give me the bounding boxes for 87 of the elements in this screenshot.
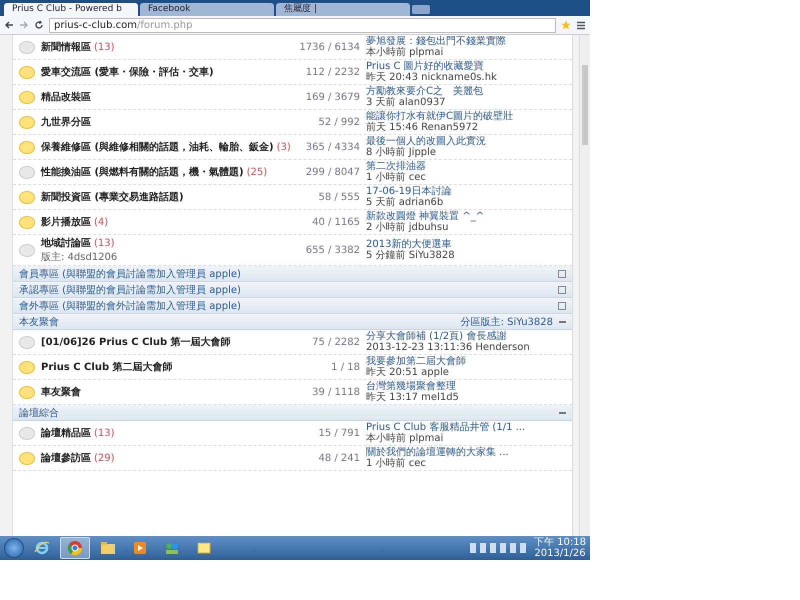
post-counts: 48 / 241	[317, 452, 360, 464]
today-count: (4)	[94, 217, 108, 228]
last-post-meta: 昨天 20:43 nickname0s.hk	[366, 72, 498, 83]
forum-name[interactable]: 論壇精品區	[41, 428, 91, 439]
post-counts: 75 / 2282	[311, 336, 360, 348]
today-count: (13)	[94, 238, 115, 249]
last-post-meta: 昨天 20:51 apple	[366, 367, 450, 378]
forum-name[interactable]: [01/06]26 Prius C Club 第一屆大會師	[41, 337, 231, 348]
post-counts: 112 / 2232	[304, 66, 360, 78]
today-count: (13)	[94, 428, 115, 439]
last-post-meta: 3 天前 alan0937	[366, 97, 447, 108]
forum-name[interactable]: 保養維修區 (與維修相關的話題，油耗、輪胎、鈑金)	[41, 142, 274, 153]
category-title[interactable]: 本友聚會	[19, 314, 461, 328]
post-counts: 1 / 18	[330, 362, 360, 372]
last-post-meta: 2013-12-23 13:11:36 Henderson	[366, 342, 531, 353]
browser-tab[interactable]: 焦屬度 |	[276, 3, 410, 16]
forum-name[interactable]: 愛車交流區 (愛車・保險・評估・交車)	[41, 67, 214, 78]
last-post-link[interactable]: 2013新的大便選車	[366, 239, 566, 250]
post-counts: 52 / 992	[317, 116, 360, 128]
clock-time: 下午 10:18	[534, 537, 586, 548]
last-post-link[interactable]: 分享大會師補 (1/2頁) 會長感謝	[366, 331, 566, 342]
address-bar[interactable]: prius-c-club.com/forum.php	[49, 18, 556, 32]
forum-name[interactable]: 性能換油區 (與燃料有關的話題，機・氣體題)	[41, 167, 244, 178]
last-post-meta: 本小時前 plpmai	[366, 47, 444, 58]
scrollbar[interactable]	[579, 35, 590, 536]
star-icon[interactable]	[561, 20, 571, 30]
last-post-link[interactable]: 夢旭發展：錢包出門不錢業實際	[366, 36, 566, 47]
last-post-link[interactable]: 最後一個人的改圖入此實況	[366, 136, 566, 147]
forum-name[interactable]: 地域討論區	[41, 238, 91, 249]
category-title[interactable]: 會員專區 (與聯盟的會員討論需加入管理員 apple)	[19, 266, 558, 280]
last-post-meta: 5 分鐘前 SiYu3828	[366, 250, 456, 261]
last-post-link[interactable]: 新款改圓燈 神翼裝置 ^_^	[366, 211, 566, 222]
forward-icon[interactable]	[19, 20, 29, 30]
last-post-link[interactable]: 台灣第幾場聚會整理	[366, 381, 566, 392]
forum-name[interactable]: 九世界分區	[41, 117, 91, 128]
category-title[interactable]: 會外專區 (與聯盟的會外討論需加入管理員 apple)	[19, 298, 558, 312]
last-post-link[interactable]: 關於我們的論壇運轉的大家集 ...	[366, 447, 566, 458]
last-post-link[interactable]: Prius C 圖片好的收藏愛寶	[366, 61, 566, 72]
post-counts: 39 / 1118	[311, 386, 360, 398]
back-icon[interactable]	[4, 20, 14, 30]
post-counts: 299 / 8047	[304, 166, 360, 178]
menu-icon[interactable]	[576, 20, 586, 30]
browser-tab[interactable]: Prius C Club - Powered b	[4, 3, 138, 16]
post-counts: 365 / 4334	[304, 142, 360, 152]
today-count: (29)	[94, 453, 115, 464]
post-counts: 169 / 3679	[304, 92, 360, 102]
last-post-meta: 1 小時前 cec	[366, 172, 427, 183]
last-post-link[interactable]: 方勵教來要介C之 美麗包	[366, 86, 566, 97]
post-counts: 58 / 555	[317, 192, 360, 202]
last-post-link[interactable]: 能讓你打水有就伊C圖片的破壁壯	[366, 111, 566, 122]
last-post-meta: 1 小時前 cec	[366, 458, 427, 469]
clock-date: 2013/1/26	[534, 548, 586, 559]
post-counts: 655 / 3382	[304, 244, 360, 256]
forum-name[interactable]: 論壇參訪區	[41, 453, 91, 464]
reload-icon[interactable]	[34, 20, 44, 30]
forum-name[interactable]: 車友聚會	[41, 387, 81, 398]
expand-toggle[interactable]	[558, 286, 566, 294]
last-post-meta: 5 天前 adrian6b	[366, 197, 444, 208]
last-post-link[interactable]: 17-06-19日本討論	[366, 186, 566, 197]
post-counts: 40 / 1165	[311, 216, 360, 228]
last-post-link[interactable]: Prius C Club 客服精品井管 (1/1 ...	[366, 422, 566, 433]
today-count: (13)	[94, 42, 115, 53]
category-title[interactable]: 承認專區 (與聯盟的會員討論需加入管理員 apple)	[19, 282, 558, 296]
start-button[interactable]	[4, 538, 24, 558]
today-count: (25)	[246, 167, 268, 178]
last-post-meta: 本小時前 plpmai	[366, 433, 444, 444]
forum-name[interactable]: 影片播放區	[41, 217, 91, 228]
forum-name[interactable]: Prius C Club 第二屆大會師	[41, 362, 173, 373]
browser-tab[interactable]: Facebook	[140, 3, 274, 16]
circle-browser-icon[interactable]	[60, 537, 90, 559]
last-post-meta: 8 小時前 Jipple	[366, 147, 438, 158]
last-post-meta: 2 小時前 jdbuhsu	[366, 222, 450, 233]
moderator-label: 版主: 4dsd1206	[41, 250, 118, 264]
expand-toggle[interactable]	[558, 270, 566, 278]
last-post-meta: 昨天 13:17 mel1d5	[366, 392, 460, 403]
moderator-label: 分區版主: SiYu3828	[460, 316, 553, 328]
last-post-link[interactable]: 第二次排油器	[366, 161, 566, 172]
post-counts: 1736 / 6134	[298, 42, 360, 52]
forum-name[interactable]: 精品改裝區	[41, 92, 91, 103]
today-count: (3)	[276, 142, 291, 153]
category-title[interactable]: 論壇綜合	[19, 406, 559, 420]
expand-toggle[interactable]	[558, 302, 566, 310]
last-post-meta: 前天 15:46 Renan5972	[366, 122, 480, 133]
forum-name[interactable]: 新聞情報區	[41, 42, 91, 53]
forum-name[interactable]: 新聞投資區 (專業交易進路話題)	[41, 192, 184, 203]
post-counts: 15 / 791	[317, 428, 360, 438]
last-post-link[interactable]: 我要參加第二屆大會師	[366, 356, 566, 367]
